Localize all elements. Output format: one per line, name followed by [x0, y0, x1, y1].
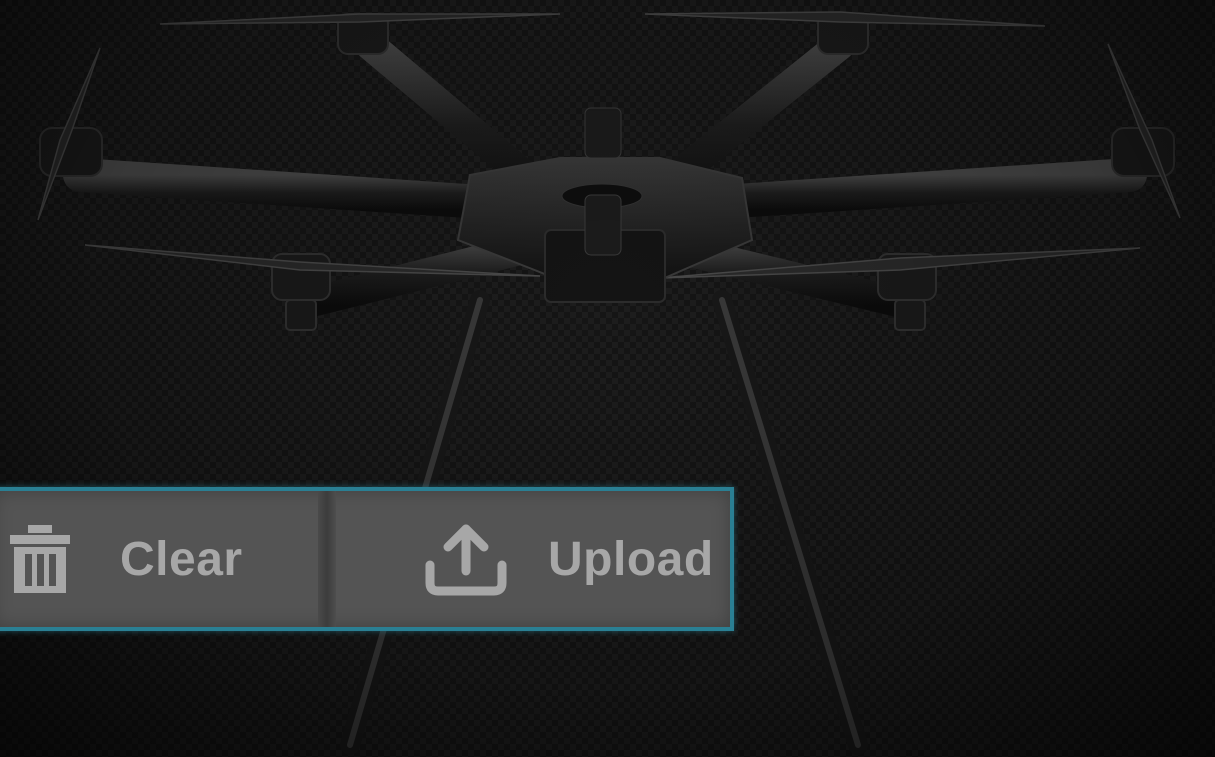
- clear-button[interactable]: Clear: [0, 491, 318, 627]
- drone-image: [37, 11, 1181, 755]
- upload-button-label: Upload: [548, 532, 714, 586]
- upload-button[interactable]: Upload: [336, 491, 730, 627]
- toolbar-divider: [318, 491, 336, 627]
- upload-icon: [424, 521, 508, 597]
- clear-button-label: Clear: [120, 532, 243, 586]
- action-toolbar: Clear Upload: [0, 487, 734, 631]
- trash-icon: [8, 523, 72, 595]
